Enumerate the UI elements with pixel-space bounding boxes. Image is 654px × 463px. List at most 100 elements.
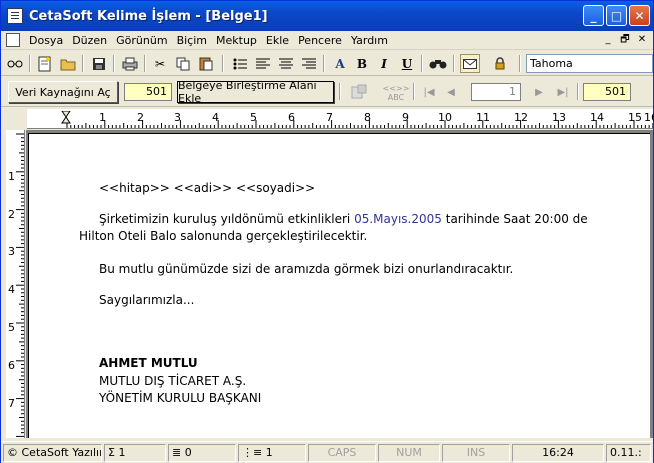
status-sigma: Σ 1 bbox=[104, 444, 166, 462]
menu-pencere[interactable]: Pencere bbox=[298, 34, 342, 47]
paste-icon[interactable] bbox=[196, 54, 216, 73]
ruler-label: 1 bbox=[8, 170, 15, 183]
previous-record-icon[interactable]: ◀ bbox=[441, 83, 461, 101]
paragraph-2[interactable]: Bu mutlu günümüzde sizi de aramızda görm… bbox=[99, 262, 513, 276]
ruler-label: 1 bbox=[99, 111, 106, 124]
ruler-label: 16 bbox=[644, 111, 654, 124]
open-folder-icon[interactable] bbox=[58, 54, 78, 73]
status-time: 16:24 bbox=[512, 444, 604, 462]
open-data-source-button[interactable]: Veri Kaynağını Aç bbox=[8, 81, 118, 103]
underline-button[interactable]: U bbox=[397, 54, 417, 73]
status-list-value: 1 bbox=[265, 446, 273, 459]
minimize-button[interactable]: _ bbox=[583, 5, 604, 26]
bullet-list-icon[interactable] bbox=[230, 54, 250, 73]
indent-marker-icon[interactable] bbox=[61, 110, 71, 124]
ruler-label: 2 bbox=[8, 208, 15, 221]
numbered-list-icon: ⋮≡ bbox=[242, 446, 266, 459]
ruler-label: 15 bbox=[628, 111, 642, 124]
copy-icon[interactable] bbox=[173, 54, 193, 73]
title-bar: CetaSoft Kelime İşlem - [Belge1] _ □ ✕ bbox=[1, 1, 653, 31]
ruler-label: 8 bbox=[364, 111, 371, 124]
align-left-icon[interactable] bbox=[253, 54, 273, 73]
font-name-field[interactable]: Tahoma bbox=[526, 54, 653, 73]
menu-duzen[interactable]: Düzen bbox=[72, 34, 107, 47]
ruler-label: 2 bbox=[137, 111, 144, 124]
status-sigma-value: 1 bbox=[118, 446, 126, 459]
ruler-label: 5 bbox=[250, 111, 257, 124]
lock-icon[interactable] bbox=[490, 54, 510, 73]
ruler-label: 5 bbox=[8, 321, 15, 334]
paragraph-1-text: Şirketimizin kuruluş yıldönümü etkinlikl… bbox=[99, 212, 355, 226]
next-record-icon[interactable]: ▶ bbox=[529, 83, 549, 101]
new-document-icon[interactable] bbox=[35, 54, 55, 73]
align-right-icon[interactable] bbox=[299, 54, 319, 73]
ruler-label: 14 bbox=[590, 111, 604, 124]
first-record-icon[interactable]: |◀ bbox=[419, 83, 439, 101]
ruler-label: 10 bbox=[438, 111, 452, 124]
status-lines: ≣ 0 bbox=[168, 444, 236, 462]
record-count-field: 501 bbox=[124, 83, 172, 101]
window-title: CetaSoft Kelime İşlem - [Belge1] bbox=[29, 8, 268, 24]
document-menu-icon[interactable] bbox=[6, 33, 20, 47]
ruler-label: 11 bbox=[476, 111, 490, 124]
cut-icon[interactable]: ✂ bbox=[150, 54, 170, 73]
document-viewport: <<hitap>> <<adi>> <<soyadi>> Şirketimizi… bbox=[26, 130, 653, 438]
signature-name[interactable]: AHMET MUTLU bbox=[99, 356, 198, 370]
mail-envelope-icon[interactable] bbox=[460, 54, 480, 73]
closing-line[interactable]: Saygılarımızla... bbox=[99, 293, 194, 307]
menu-ekle[interactable]: Ekle bbox=[266, 34, 289, 47]
current-record-input[interactable]: 1 bbox=[471, 83, 521, 101]
mdi-minimize-button[interactable]: _ bbox=[601, 33, 615, 47]
app-window: CetaSoft Kelime İşlem - [Belge1] _ □ ✕ D… bbox=[0, 0, 654, 463]
formatting-toolbar: ✂ A B I U Tahoma bbox=[1, 51, 653, 76]
status-caps: CAPS bbox=[308, 444, 376, 462]
merge-document-icon[interactable] bbox=[346, 83, 372, 101]
ruler-label: 3 bbox=[8, 245, 15, 258]
maximize-button[interactable]: □ bbox=[606, 5, 627, 26]
vertical-ruler[interactable]: 1 2 3 4 5 6 7 bbox=[6, 130, 25, 438]
insert-merge-field-button[interactable]: Belgeye Birleştirme Alanı Ekle bbox=[177, 79, 334, 105]
save-icon[interactable] bbox=[89, 54, 109, 73]
mdi-close-button[interactable]: ✕ bbox=[635, 33, 649, 47]
ruler-label: 7 bbox=[326, 111, 333, 124]
font-color-button[interactable]: A bbox=[330, 54, 350, 73]
status-version: 0.11.: bbox=[606, 444, 651, 462]
print-icon[interactable] bbox=[120, 54, 140, 73]
ruler-label: 6 bbox=[288, 111, 295, 124]
document-page[interactable]: <<hitap>> <<adi>> <<soyadi>> Şirketimizi… bbox=[28, 133, 650, 438]
ruler-label: 4 bbox=[212, 111, 219, 124]
status-ins: INS bbox=[442, 444, 510, 462]
paragraph-1-line-1[interactable]: Şirketimizin kuruluş yıldönümü etkinlikl… bbox=[99, 212, 588, 226]
lines-icon: ≣ bbox=[172, 446, 185, 459]
ruler-label: 7 bbox=[8, 397, 15, 410]
last-record-icon[interactable]: ▶| bbox=[553, 83, 573, 101]
signature-company[interactable]: MUTLU DIŞ TİCARET A.Ş. bbox=[99, 374, 246, 388]
menu-bicim[interactable]: Biçim bbox=[177, 34, 207, 47]
signature-title[interactable]: YÖNETİM KURULU BAŞKANI bbox=[99, 391, 261, 405]
menu-gorunum[interactable]: Görünüm bbox=[116, 34, 167, 47]
glasses-icon[interactable] bbox=[5, 54, 25, 73]
find-binoculars-icon[interactable] bbox=[428, 54, 448, 73]
menu-bar: Dosya Düzen Görünüm Biçim Mektup Ekle Pe… bbox=[1, 31, 653, 50]
close-button[interactable]: ✕ bbox=[629, 5, 650, 26]
menu-yardim[interactable]: Yardım bbox=[351, 34, 388, 47]
mdi-restore-button[interactable]: 🗗 bbox=[618, 33, 632, 47]
bold-button[interactable]: B bbox=[352, 54, 372, 73]
status-num: NUM bbox=[378, 444, 440, 462]
view-merged-data-button[interactable]: <<>> ABC bbox=[381, 83, 411, 102]
align-center-icon[interactable] bbox=[276, 54, 296, 73]
menu-mektup[interactable]: Mektup bbox=[216, 34, 257, 47]
ruler-label: 4 bbox=[8, 283, 15, 296]
ruler-label: 9 bbox=[402, 111, 409, 124]
menu-dosya[interactable]: Dosya bbox=[29, 34, 63, 47]
italic-button[interactable]: I bbox=[374, 54, 394, 73]
horizontal-ruler[interactable]: 1 2 3 4 5 6 7 8 9 10 11 12 13 14 15 16 bbox=[27, 109, 654, 129]
date-field: 05.Mayıs.2005 bbox=[354, 212, 442, 226]
ruler-label: 3 bbox=[174, 111, 181, 124]
document-app-icon[interactable] bbox=[7, 8, 23, 24]
paragraph-1-line-2[interactable]: Hilton Oteli Balo salonunda gerçekleştir… bbox=[79, 229, 367, 243]
merge-fields-line[interactable]: <<hitap>> <<adi>> <<soyadi>> bbox=[99, 181, 315, 195]
ruler-label: 13 bbox=[552, 111, 566, 124]
ruler-corner bbox=[1, 109, 27, 129]
mail-merge-toolbar: Veri Kaynağını Aç 501 Belgeye Birleştirm… bbox=[1, 77, 653, 107]
